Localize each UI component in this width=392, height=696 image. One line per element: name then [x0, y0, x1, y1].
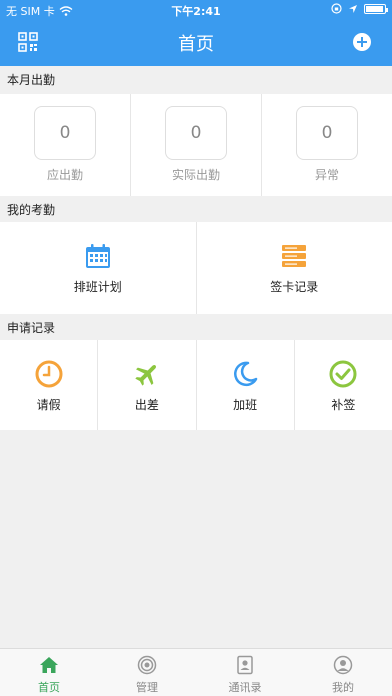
moon-icon — [234, 361, 258, 387]
location-arrow-icon — [349, 4, 357, 13]
tab-home[interactable]: 首页 — [0, 649, 98, 696]
overtime-button[interactable]: 加班 — [197, 340, 295, 430]
stat-actual[interactable]: 0 实际出勤 — [131, 94, 262, 196]
check-circle-icon — [329, 360, 357, 388]
page-title: 首页 — [178, 34, 214, 55]
my-attendance-grid: 排班计划 签卡记录 — [0, 222, 392, 314]
leave-label: 请假 — [36, 398, 61, 412]
stat-value: 0 — [165, 106, 227, 160]
battery-icon — [364, 3, 388, 14]
battery-fill — [366, 5, 384, 12]
contacts-icon — [237, 655, 253, 675]
stat-abnormal[interactable]: 0 异常 — [262, 94, 392, 196]
overtime-label: 加班 — [233, 398, 258, 412]
stat-label: 实际出勤 — [171, 168, 220, 182]
stat-label: 应出勤 — [46, 168, 83, 182]
tab-manage[interactable]: 管理 — [98, 649, 196, 696]
section-applications-heading: 申请记录 — [0, 314, 392, 342]
schedule-plan-label: 排班计划 — [73, 280, 122, 294]
home-icon — [40, 657, 58, 673]
section-month-attendance-heading: 本月出勤 — [0, 66, 392, 94]
tab-label: 首页 — [38, 681, 60, 694]
applications-grid: 请假 出差 加班 补签 — [0, 340, 392, 430]
target-icon — [137, 655, 157, 675]
tab-bar: 首页 管理 通讯录 我的 — [0, 648, 392, 696]
schedule-plan-button[interactable]: 排班计划 — [0, 222, 197, 314]
business-trip-button[interactable]: 出差 — [98, 340, 197, 430]
business-trip-label: 出差 — [134, 398, 159, 412]
user-icon — [333, 655, 353, 675]
supplement-sign-label: 补签 — [331, 398, 356, 412]
stat-value: 0 — [296, 106, 358, 160]
supplement-sign-button[interactable]: 补签 — [295, 340, 392, 430]
tab-label: 管理 — [136, 681, 158, 694]
tab-label: 通讯录 — [228, 681, 262, 694]
stat-value: 0 — [34, 106, 96, 160]
status-bar: 无 SIM 卡 下午2:41 — [0, 0, 392, 20]
server-record-icon — [282, 245, 307, 267]
stat-expected[interactable]: 0 应出勤 — [0, 94, 131, 196]
clock-record-label: 签卡记录 — [270, 280, 319, 294]
tab-mine[interactable]: 我的 — [294, 649, 392, 696]
section-my-attendance-heading: 我的考勤 — [0, 196, 392, 224]
top-bar: 无 SIM 卡 下午2:41 首页 — [0, 0, 392, 66]
clock-icon — [35, 360, 63, 388]
stat-label: 异常 — [314, 168, 339, 182]
nav-row: 首页 — [0, 22, 392, 62]
airplane-icon — [135, 364, 156, 386]
plus-circle-icon[interactable] — [352, 32, 372, 52]
calendar-icon — [85, 244, 110, 268]
clock-record-button[interactable]: 签卡记录 — [197, 222, 392, 314]
status-right — [331, 3, 388, 14]
tab-label: 我的 — [332, 681, 354, 694]
rotation-lock-icon — [331, 3, 342, 14]
tab-contacts[interactable]: 通讯录 — [196, 649, 294, 696]
leave-button[interactable]: 请假 — [0, 340, 99, 430]
month-attendance-stats: 0 应出勤 0 实际出勤 0 异常 — [0, 94, 392, 196]
